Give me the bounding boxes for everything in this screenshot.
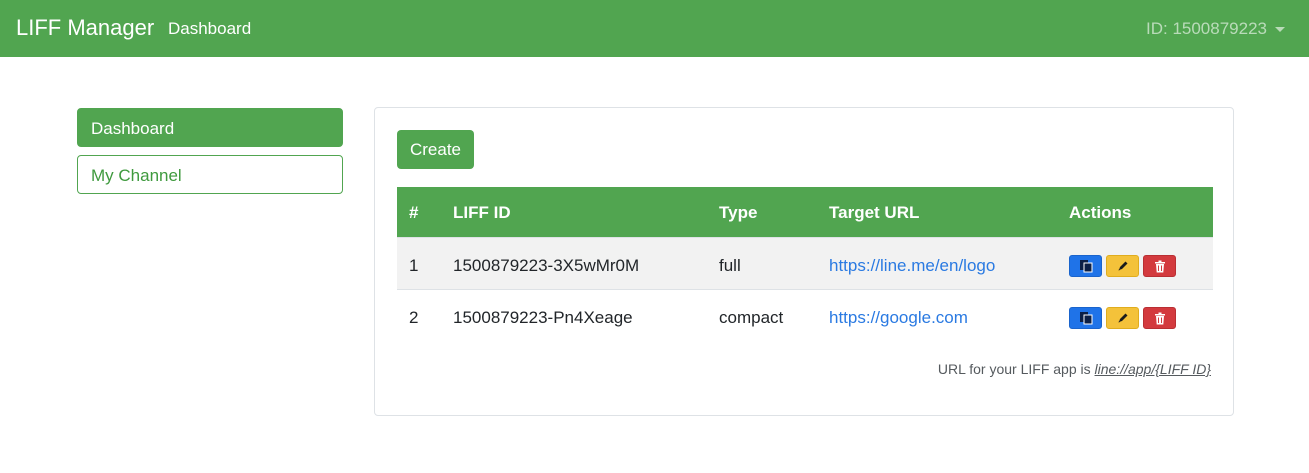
chevron-down-icon: [1275, 26, 1285, 32]
hint-text: URL for your LIFF app is: [937, 361, 1095, 377]
header-target-url: Target URL: [829, 203, 920, 222]
user-id-label: ID: 1500879223: [1146, 19, 1267, 38]
top-navbar: LIFF Manager Dashboard ID: 1500879223: [0, 0, 1309, 57]
copy-button[interactable]: [1069, 255, 1102, 277]
row-num: 1: [409, 256, 419, 275]
liff-table: # LIFF ID Type Target URL Actions 1 1500…: [397, 187, 1213, 341]
nav-link-dashboard[interactable]: Dashboard: [168, 18, 251, 40]
table-header: # LIFF ID Type Target URL Actions: [397, 187, 1213, 237]
row-type: compact: [719, 308, 784, 327]
header-num: #: [409, 203, 419, 222]
create-button[interactable]: Create: [397, 130, 474, 169]
copy-icon: [1079, 312, 1092, 325]
trash-icon: [1154, 260, 1165, 272]
delete-button[interactable]: [1143, 255, 1176, 277]
table-row: 2 1500879223-Pn4Xeage compact https://go…: [397, 289, 1213, 341]
edit-button[interactable]: [1106, 307, 1139, 329]
hint-url-pattern: line://app/{LIFF ID}: [1094, 361, 1211, 377]
pencil-icon: [1118, 261, 1127, 271]
row-target-url-link[interactable]: https://google.com: [829, 308, 968, 327]
liff-url-hint: URL for your LIFF app is line://app/{LIF…: [938, 360, 1211, 378]
sidebar-item-dashboard[interactable]: Dashboard: [77, 108, 343, 147]
brand-logo[interactable]: LIFF Manager: [16, 14, 154, 42]
user-menu-dropdown[interactable]: ID: 1500879223: [1146, 18, 1285, 40]
row-num: 2: [409, 308, 419, 327]
pencil-icon: [1118, 313, 1127, 323]
header-actions: Actions: [1069, 203, 1132, 222]
copy-icon: [1079, 260, 1092, 273]
row-actions: [1069, 307, 1176, 329]
row-target-url-link[interactable]: https://line.me/en/logo: [829, 256, 995, 275]
header-type: Type: [719, 203, 758, 222]
sidebar-item-my-channel[interactable]: My Channel: [77, 155, 343, 194]
trash-icon: [1154, 312, 1165, 324]
row-type: full: [719, 256, 741, 275]
edit-button[interactable]: [1106, 255, 1139, 277]
row-liff-id: 1500879223-3X5wMr0M: [453, 256, 640, 275]
delete-button[interactable]: [1143, 307, 1176, 329]
liff-list-card: Create # LIFF ID Type Target URL Actions…: [374, 107, 1234, 416]
header-liff-id: LIFF ID: [453, 203, 511, 222]
copy-button[interactable]: [1069, 307, 1102, 329]
table-row: 1 1500879223-3X5wMr0M full https://line.…: [397, 237, 1213, 289]
row-actions: [1069, 255, 1176, 277]
row-liff-id: 1500879223-Pn4Xeage: [453, 308, 633, 327]
